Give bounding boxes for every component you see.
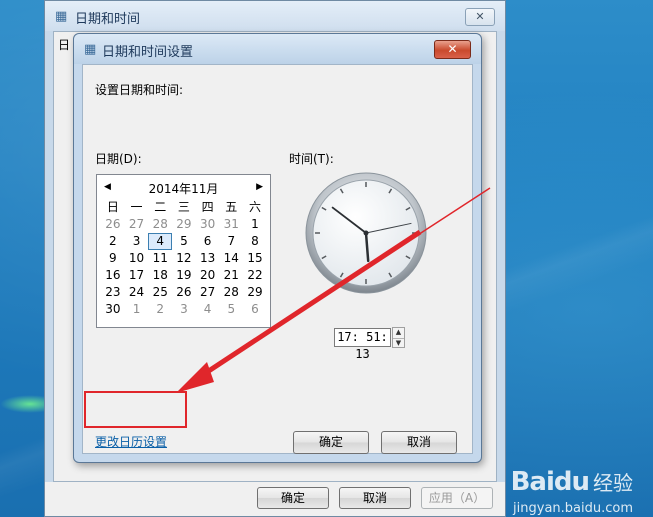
calendar-day[interactable]: 16	[101, 267, 125, 284]
clock-center	[363, 230, 369, 236]
calendar-day[interactable]: 29	[172, 216, 196, 233]
weekday-header-row: 日一二三四五六	[101, 199, 267, 216]
weekday-header: 六	[248, 200, 261, 214]
calendar-day[interactable]: 17	[125, 267, 149, 284]
spin-up-icon[interactable]: ▲	[393, 328, 404, 339]
date-label: 日期(D):	[95, 152, 142, 166]
calendar-clock-icon: ▦	[84, 42, 97, 57]
calendar-day[interactable]: 27	[125, 216, 149, 233]
parent-ok-button[interactable]: 确定	[257, 487, 329, 509]
time-label: 时间(T):	[289, 152, 334, 166]
dialog-cancel-button[interactable]: 取消	[381, 431, 457, 454]
change-calendar-settings-link[interactable]: 更改日历设置	[95, 433, 167, 450]
calendar-day-selected[interactable]: 4	[148, 233, 173, 250]
calendar-day[interactable]: 1	[125, 301, 149, 318]
weekday-header: 三	[177, 200, 190, 214]
calendar-day[interactable]: 24	[125, 284, 149, 301]
parent-tab-edge-label: 日	[58, 38, 71, 52]
calendar-day[interactable]: 31	[219, 216, 243, 233]
calendar-day[interactable]: 12	[172, 250, 196, 267]
calendar-day[interactable]: 19	[172, 267, 196, 284]
next-month-icon[interactable]: ▶	[256, 182, 263, 192]
watermark-text: 经验	[593, 471, 633, 495]
calendar-day[interactable]: 14	[219, 250, 243, 267]
weekday-header: 一	[130, 200, 143, 214]
calendar-week-row: 9 10 11 12 13 14 15	[101, 250, 267, 267]
calendar-day[interactable]: 6	[243, 301, 267, 318]
dialog-titlebar[interactable]: ▦ 日期和时间设置 ✕	[74, 34, 481, 64]
weekday-header: 日	[106, 200, 119, 214]
calendar-day[interactable]: 28	[219, 284, 243, 301]
time-input[interactable]: 17: 51: 13	[334, 328, 391, 361]
calendar-day[interactable]: 9	[101, 250, 125, 267]
calendar-day[interactable]: 6	[196, 233, 220, 250]
calendar-day[interactable]: 21	[219, 267, 243, 284]
weekday-header: 五	[225, 200, 238, 214]
spin-down-icon[interactable]: ▼	[393, 339, 404, 349]
dialog-title: 日期和时间设置	[102, 45, 194, 60]
calendar-week-row: 16 17 18 19 20 21 22	[101, 267, 267, 284]
dialog-ok-button[interactable]: 确定	[293, 431, 369, 454]
annotation-highlight-box	[84, 391, 187, 428]
baidu-watermark: Baidu 经验 jingyan.baidu.com	[510, 467, 633, 516]
calendar-day[interactable]: 4	[196, 301, 220, 318]
calendar-day[interactable]: 30	[196, 216, 220, 233]
calendar-grid: 日一二三四五六 26 27 28 29 30 31 1 2 3 4 5 6 7 8 9 10 11 12 13 14 1…	[101, 199, 267, 318]
calendar-week-row: 2345678	[101, 233, 267, 250]
calendar-day[interactable]: 5	[172, 233, 196, 250]
parent-cancel-button[interactable]: 取消	[339, 487, 411, 509]
calendar-day[interactable]: 1	[243, 216, 267, 233]
calendar-week-row: 30 1 2 3 4 5 6	[101, 301, 267, 318]
time-spinner[interactable]: ▲ ▼	[392, 327, 405, 348]
month-calendar[interactable]: ◀ 2014年11月 ▶ 日一二三四五六 26 27 28 29 30 31 1 2 3 4 5 6 7…	[96, 174, 271, 328]
calendar-day[interactable]: 25	[148, 284, 172, 301]
weekday-header: 四	[201, 200, 214, 214]
calendar-day[interactable]: 29	[243, 284, 267, 301]
calendar-day[interactable]: 26	[172, 284, 196, 301]
dialog-close-button[interactable]: ✕	[434, 40, 471, 59]
calendar-month-label[interactable]: 2014年11月	[97, 180, 270, 197]
weekday-header: 二	[154, 200, 167, 214]
calendar-day[interactable]: 26	[101, 216, 125, 233]
dialog-heading: 设置日期和时间:	[95, 83, 184, 97]
calendar-day[interactable]: 27	[196, 284, 220, 301]
calendar-day[interactable]: 10	[125, 250, 149, 267]
calendar-week-row: 26 27 28 29 30 31 1	[101, 216, 267, 233]
calendar-day[interactable]: 11	[148, 250, 172, 267]
parent-footer: 确定 取消 应用（A）	[45, 482, 505, 516]
watermark-logo: Baidu	[510, 467, 590, 497]
calendar-day[interactable]: 18	[148, 267, 172, 284]
parent-close-button[interactable]: ✕	[465, 8, 495, 26]
parent-apply-button: 应用（A）	[421, 487, 493, 509]
calendar-day[interactable]: 23	[101, 284, 125, 301]
calendar-day[interactable]: 30	[101, 301, 125, 318]
calendar-day[interactable]: 13	[196, 250, 220, 267]
calendar-day[interactable]: 2	[148, 301, 172, 318]
analog-clock	[305, 172, 427, 294]
calendar-week-row: 23 24 25 26 27 28 29	[101, 284, 267, 301]
calendar-day[interactable]: 3	[125, 233, 149, 250]
calendar-day[interactable]: 2	[101, 233, 125, 250]
watermark-url: jingyan.baidu.com	[513, 501, 633, 516]
calendar-day[interactable]: 8	[243, 233, 267, 250]
parent-window-title: 日期和时间	[75, 12, 141, 27]
calendar-day[interactable]: 28	[148, 216, 172, 233]
calendar-day[interactable]: 22	[243, 267, 267, 284]
calendar-day[interactable]: 7	[219, 233, 243, 250]
parent-titlebar[interactable]: ▦ 日期和时间 ✕	[45, 1, 505, 31]
calendar-day[interactable]: 3	[172, 301, 196, 318]
calendar-day[interactable]: 20	[196, 267, 220, 284]
calendar-clock-icon: ▦	[55, 9, 68, 24]
calendar-day[interactable]: 5	[219, 301, 243, 318]
calendar-day[interactable]: 15	[243, 250, 267, 267]
